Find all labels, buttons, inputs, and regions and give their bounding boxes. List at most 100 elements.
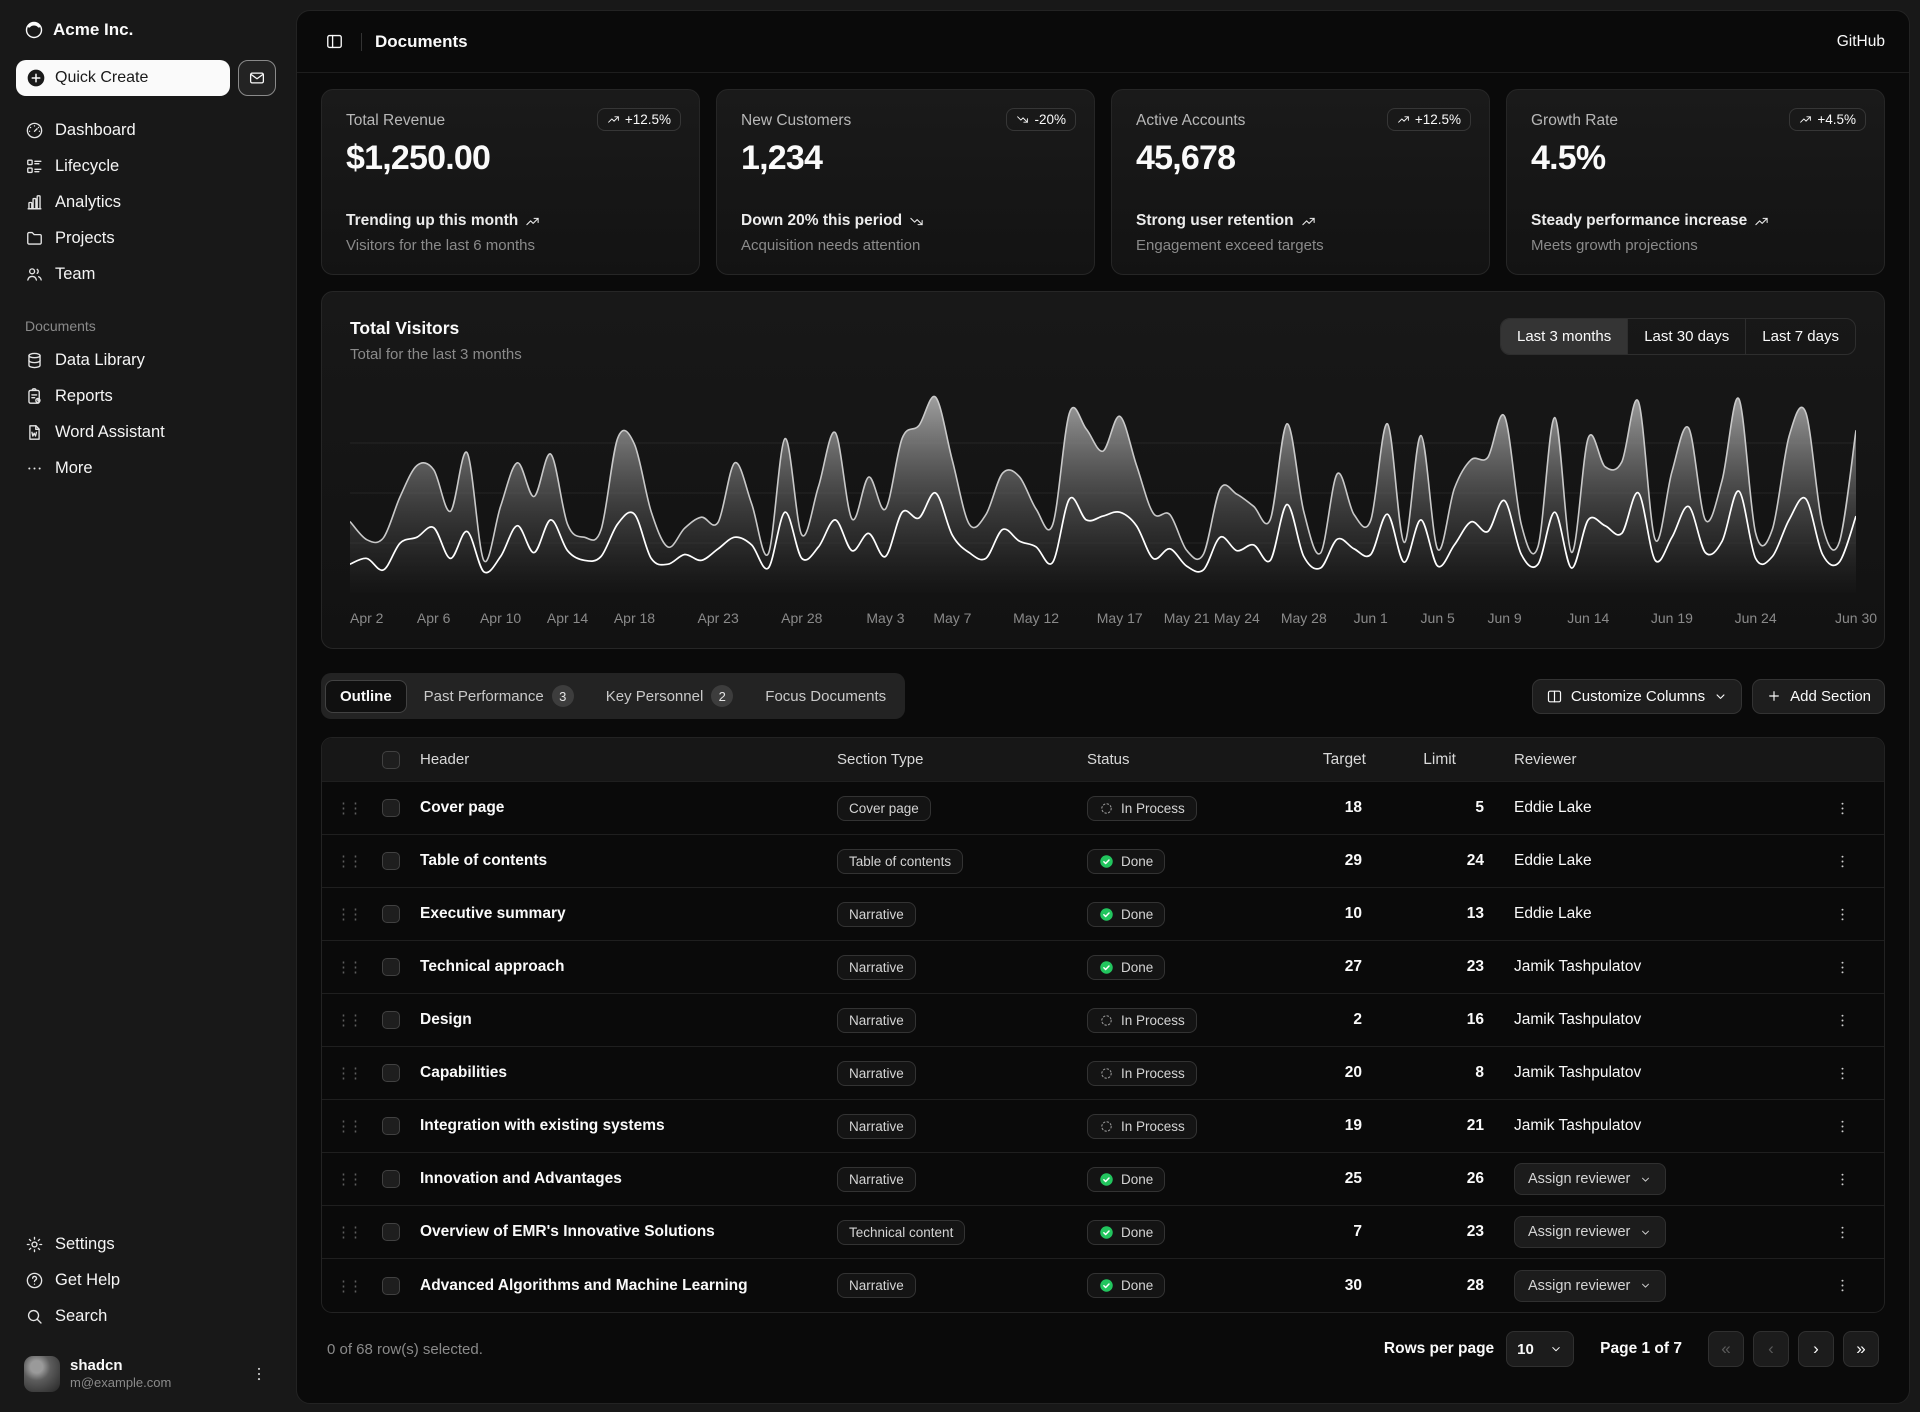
- row-checkbox[interactable]: [382, 1277, 400, 1295]
- sidebar-item-get-help[interactable]: Get Help: [16, 1262, 276, 1298]
- target-value[interactable]: 10: [1292, 905, 1392, 923]
- row-checkbox[interactable]: [382, 852, 400, 870]
- tab-key-personnel[interactable]: Key Personnel2: [591, 677, 749, 715]
- target-value[interactable]: 2: [1292, 1011, 1392, 1029]
- target-value[interactable]: 7: [1292, 1223, 1392, 1241]
- user-menu[interactable]: shadcn m@example.com: [16, 1348, 276, 1400]
- quick-create-button[interactable]: Quick Create: [16, 60, 230, 96]
- drag-handle[interactable]: ⋮⋮: [336, 1170, 358, 1188]
- row-header[interactable]: Advanced Algorithms and Machine Learning: [420, 1277, 837, 1295]
- range-button-last-7-days[interactable]: Last 7 days: [1745, 319, 1855, 354]
- drag-handle[interactable]: ⋮⋮: [336, 905, 358, 923]
- row-menu-button[interactable]: [1834, 800, 1851, 817]
- sidebar-item-search[interactable]: Search: [16, 1298, 276, 1334]
- sidebar-item-data-library[interactable]: Data Library: [16, 342, 276, 378]
- range-button-last-3-months[interactable]: Last 3 months: [1501, 319, 1627, 354]
- drag-handle[interactable]: ⋮⋮: [336, 1064, 358, 1082]
- sidebar-toggle-button[interactable]: [321, 28, 348, 55]
- limit-value[interactable]: 24: [1392, 852, 1514, 870]
- row-menu-button[interactable]: [1834, 1277, 1851, 1294]
- drag-handle[interactable]: ⋮⋮: [336, 1277, 358, 1295]
- row-checkbox[interactable]: [382, 1170, 400, 1188]
- drag-handle[interactable]: ⋮⋮: [336, 852, 358, 870]
- stat-description: Acquisition needs attention: [741, 237, 1070, 254]
- target-value[interactable]: 19: [1292, 1117, 1392, 1135]
- tab-outline[interactable]: Outline: [325, 680, 407, 713]
- target-value[interactable]: 27: [1292, 958, 1392, 976]
- status-badge: In Process: [1087, 1061, 1197, 1086]
- sidebar-item-settings[interactable]: Settings: [16, 1226, 276, 1262]
- row-checkbox[interactable]: [382, 905, 400, 923]
- target-value[interactable]: 18: [1292, 799, 1392, 817]
- target-value[interactable]: 29: [1292, 852, 1392, 870]
- dots-vertical-icon[interactable]: [250, 1365, 268, 1383]
- row-header[interactable]: Cover page: [420, 799, 837, 817]
- row-menu-button[interactable]: [1834, 853, 1851, 870]
- row-checkbox[interactable]: [382, 1117, 400, 1135]
- limit-value[interactable]: 16: [1392, 1011, 1514, 1029]
- brand[interactable]: Acme Inc.: [16, 14, 276, 46]
- sidebar-item-reports[interactable]: Reports: [16, 378, 276, 414]
- drag-handle[interactable]: ⋮⋮: [336, 1223, 358, 1241]
- drag-handle[interactable]: ⋮⋮: [336, 799, 358, 817]
- row-checkbox[interactable]: [382, 1064, 400, 1082]
- row-header[interactable]: Design: [420, 1011, 837, 1029]
- sidebar-item-more[interactable]: More: [16, 450, 276, 486]
- row-menu-button[interactable]: [1834, 1012, 1851, 1029]
- row-header[interactable]: Technical approach: [420, 958, 837, 976]
- sidebar-item-lifecycle[interactable]: Lifecycle: [16, 148, 276, 184]
- row-header[interactable]: Integration with existing systems: [420, 1117, 837, 1135]
- row-checkbox[interactable]: [382, 799, 400, 817]
- row-menu-button[interactable]: [1834, 959, 1851, 976]
- sidebar-item-analytics[interactable]: Analytics: [16, 184, 276, 220]
- row-checkbox[interactable]: [382, 1011, 400, 1029]
- row-checkbox[interactable]: [382, 958, 400, 976]
- limit-value[interactable]: 21: [1392, 1117, 1514, 1135]
- row-menu-button[interactable]: [1834, 1171, 1851, 1188]
- target-value[interactable]: 30: [1292, 1277, 1392, 1295]
- tab-past-performance[interactable]: Past Performance3: [409, 677, 589, 715]
- limit-value[interactable]: 13: [1392, 905, 1514, 923]
- assign-reviewer-select[interactable]: Assign reviewer: [1514, 1270, 1666, 1302]
- row-checkbox[interactable]: [382, 1223, 400, 1241]
- sidebar-item-team[interactable]: Team: [16, 256, 276, 292]
- assign-reviewer-select[interactable]: Assign reviewer: [1514, 1216, 1666, 1248]
- inbox-button[interactable]: [238, 60, 276, 96]
- range-button-last-30-days[interactable]: Last 30 days: [1627, 319, 1745, 354]
- drag-handle[interactable]: ⋮⋮: [336, 958, 358, 976]
- assign-reviewer-select[interactable]: Assign reviewer: [1514, 1163, 1666, 1195]
- next-page-button[interactable]: ›: [1798, 1331, 1834, 1367]
- row-header[interactable]: Table of contents: [420, 852, 837, 870]
- target-value[interactable]: 25: [1292, 1170, 1392, 1188]
- first-page-button[interactable]: «: [1708, 1331, 1744, 1367]
- sidebar-item-dashboard[interactable]: Dashboard: [16, 112, 276, 148]
- limit-value[interactable]: 5: [1392, 799, 1514, 817]
- previous-page-button[interactable]: ‹: [1753, 1331, 1789, 1367]
- drag-handle[interactable]: ⋮⋮: [336, 1011, 358, 1029]
- add-section-button[interactable]: Add Section: [1752, 679, 1885, 714]
- row-header[interactable]: Executive summary: [420, 905, 837, 923]
- sidebar-item-projects[interactable]: Projects: [16, 220, 276, 256]
- row-menu-button[interactable]: [1834, 1065, 1851, 1082]
- limit-value[interactable]: 26: [1392, 1170, 1514, 1188]
- select-all-checkbox[interactable]: [382, 751, 400, 769]
- row-header[interactable]: Innovation and Advantages: [420, 1170, 837, 1188]
- limit-value[interactable]: 23: [1392, 958, 1514, 976]
- row-header[interactable]: Overview of EMR's Innovative Solutions: [420, 1223, 837, 1241]
- last-page-button[interactable]: »: [1843, 1331, 1879, 1367]
- row-menu-button[interactable]: [1834, 1118, 1851, 1135]
- customize-columns-button[interactable]: Customize Columns: [1532, 679, 1742, 714]
- row-menu-button[interactable]: [1834, 906, 1851, 923]
- tab-focus-documents[interactable]: Focus Documents: [750, 680, 901, 713]
- limit-value[interactable]: 28: [1392, 1277, 1514, 1295]
- row-menu-button[interactable]: [1834, 1224, 1851, 1241]
- rows-per-page-select[interactable]: 10: [1506, 1331, 1574, 1367]
- help-icon: [25, 1271, 44, 1290]
- drag-handle[interactable]: ⋮⋮: [336, 1117, 358, 1135]
- row-header[interactable]: Capabilities: [420, 1064, 837, 1082]
- limit-value[interactable]: 8: [1392, 1064, 1514, 1082]
- target-value[interactable]: 20: [1292, 1064, 1392, 1082]
- github-link[interactable]: GitHub: [1837, 33, 1885, 51]
- limit-value[interactable]: 23: [1392, 1223, 1514, 1241]
- sidebar-item-word-assistant[interactable]: Word Assistant: [16, 414, 276, 450]
